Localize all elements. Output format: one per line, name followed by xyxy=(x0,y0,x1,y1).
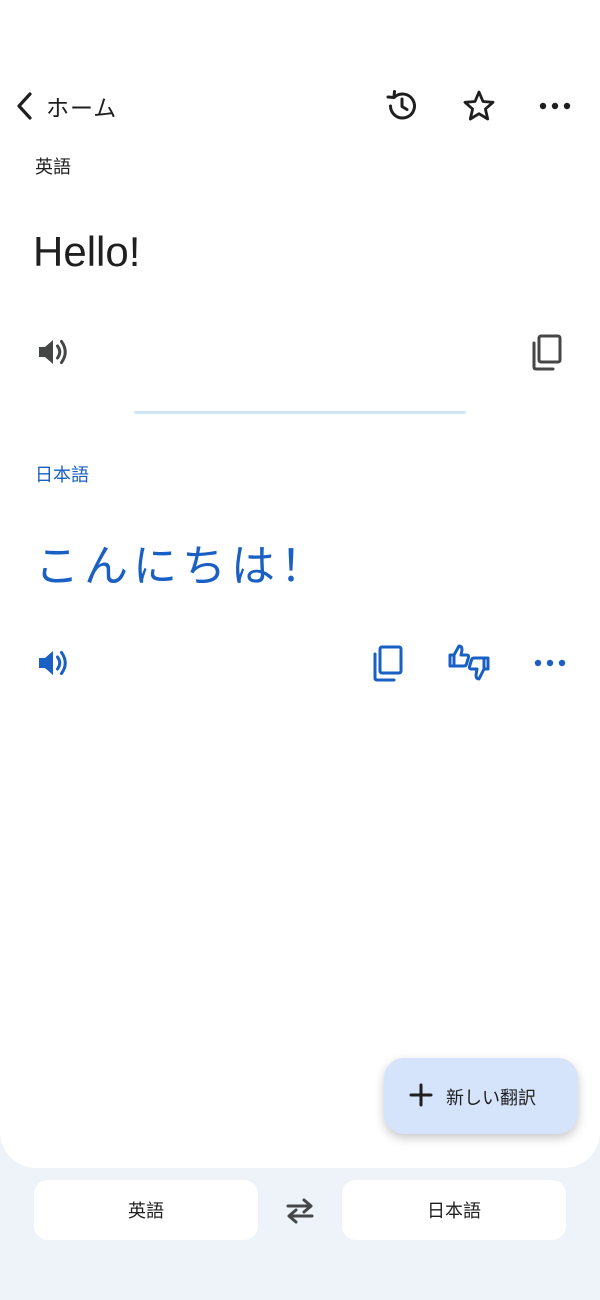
source-text[interactable]: Hello! xyxy=(33,228,140,276)
new-translation-button[interactable]: 新しい翻訳 xyxy=(384,1058,578,1134)
copy-icon[interactable] xyxy=(529,333,565,371)
source-language-label: 英語 xyxy=(35,157,71,178)
back-button[interactable]: ホーム xyxy=(14,84,117,128)
copy-icon[interactable] xyxy=(370,644,406,682)
more-horiz-icon[interactable] xyxy=(533,651,567,675)
translated-text[interactable]: こんにちは！ xyxy=(35,530,329,594)
section-divider xyxy=(134,411,466,414)
source-language-button[interactable]: 英語 xyxy=(34,1180,258,1240)
target-language-button[interactable]: 日本語 xyxy=(342,1180,566,1240)
star-icon[interactable] xyxy=(461,88,497,124)
target-language-label: 日本語 xyxy=(35,465,89,486)
feedback-thumbs-icon[interactable] xyxy=(446,642,492,684)
more-horiz-icon[interactable] xyxy=(538,94,572,118)
target-language-button-label: 日本語 xyxy=(427,1201,481,1222)
speaker-icon[interactable] xyxy=(35,645,71,681)
back-label: ホーム xyxy=(46,96,118,122)
new-translation-label: 新しい翻訳 xyxy=(446,1088,536,1109)
source-language-button-label: 英語 xyxy=(128,1201,164,1222)
plus-icon xyxy=(408,1082,434,1112)
swap-icon[interactable] xyxy=(283,1196,317,1230)
translation-sheet: ホーム 英語 Hello! 日本語 こんにちは！ 新しい翻訳 xyxy=(0,0,600,1168)
chevron-left-icon xyxy=(14,84,44,128)
speaker-icon[interactable] xyxy=(35,334,71,370)
history-icon[interactable] xyxy=(384,88,420,124)
